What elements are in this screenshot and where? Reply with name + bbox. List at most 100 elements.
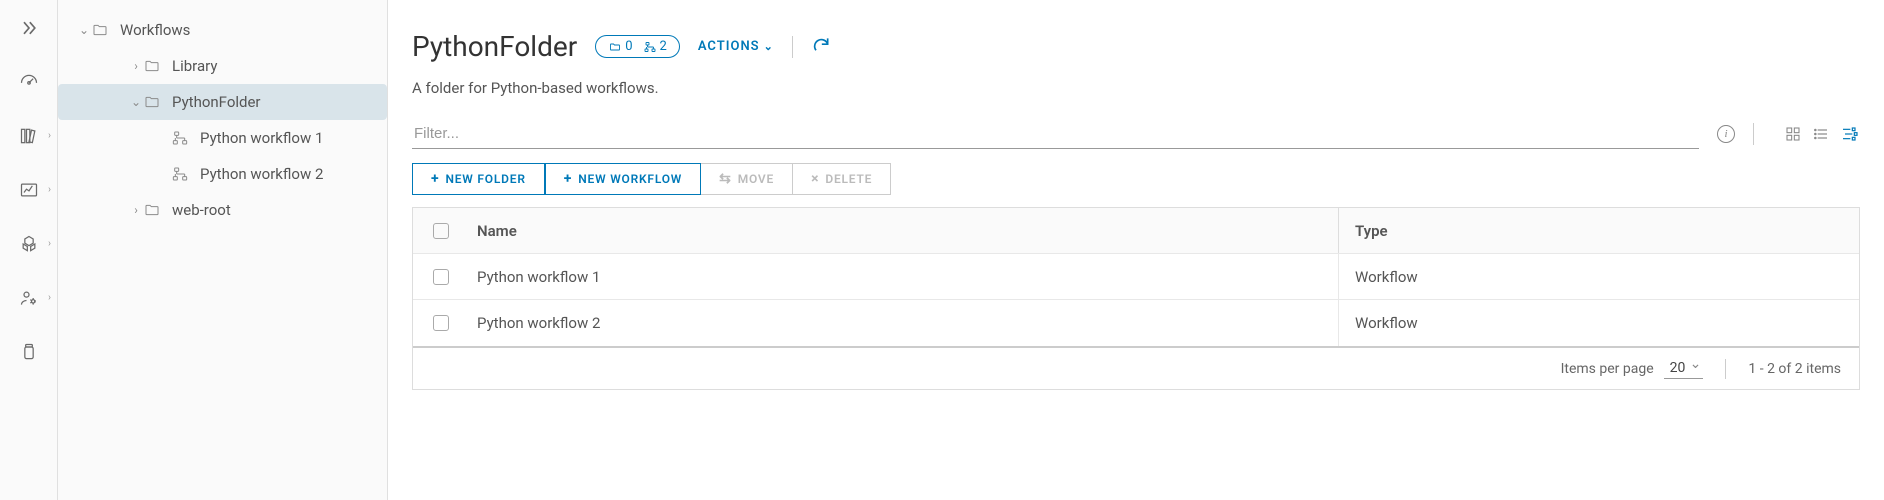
rail-packages[interactable]: › xyxy=(0,230,57,258)
refresh-button[interactable] xyxy=(811,35,831,59)
separator xyxy=(1753,123,1754,145)
tree-sidebar: ⌄ Workflows › Library ⌄ PythonFolder Python … xyxy=(58,0,388,500)
tree-item-label: web-root xyxy=(172,201,231,219)
items-per-page-select[interactable]: 20 xyxy=(1664,358,1704,379)
gauge-icon xyxy=(19,72,39,92)
icon-rail: › › › › xyxy=(0,0,58,500)
folder-icon xyxy=(144,94,166,110)
tree-item-label: Python workflow 1 xyxy=(200,129,323,147)
view-toggles xyxy=(1782,124,1860,144)
row-type: Workflow xyxy=(1339,268,1859,286)
tree-item[interactable]: ⌄ PythonFolder xyxy=(58,84,387,120)
tree-root-label: Workflows xyxy=(120,21,190,39)
checkbox-icon xyxy=(433,315,449,331)
move-button: ⇆ MOVE xyxy=(701,163,793,195)
page-header: PythonFolder 0 2 ACTIONS ⌄ xyxy=(412,30,1860,63)
plus-icon: + xyxy=(564,171,572,187)
workflow-icon xyxy=(172,166,194,182)
tree-item[interactable]: Python workflow 1 xyxy=(58,120,387,156)
move-label: MOVE xyxy=(738,172,774,186)
info-icon[interactable]: i xyxy=(1717,125,1735,143)
row-checkbox[interactable] xyxy=(413,269,469,285)
view-grid-button[interactable] xyxy=(1782,124,1804,144)
packages-icon xyxy=(19,234,39,254)
column-header-name[interactable]: Name xyxy=(469,208,1339,253)
list-icon xyxy=(1812,126,1830,142)
chevron-right-icon: › xyxy=(48,185,51,196)
tree-item[interactable]: › Library xyxy=(58,48,387,84)
rail-dashboard[interactable] xyxy=(0,68,57,96)
chevron-right-icon: › xyxy=(48,293,51,304)
table-footer: Items per page 20 1 - 2 of 2 items xyxy=(413,346,1859,389)
items-per-page-label: Items per page xyxy=(1561,361,1654,377)
view-tree-button[interactable] xyxy=(1838,124,1860,144)
folder-icon xyxy=(144,58,166,74)
table-header: Name Type xyxy=(413,208,1859,254)
workflow-icon xyxy=(643,41,657,53)
grid-icon xyxy=(1784,126,1802,142)
table-row[interactable]: Python workflow 2Workflow xyxy=(413,300,1859,346)
move-icon: ⇆ xyxy=(719,171,732,187)
tree-list-icon xyxy=(1840,126,1858,142)
row-type: Workflow xyxy=(1339,314,1859,332)
rail-expand-button[interactable] xyxy=(0,14,57,42)
chevron-right-icon: › xyxy=(48,239,51,250)
separator xyxy=(792,36,793,58)
table-row[interactable]: Python workflow 1Workflow xyxy=(413,254,1859,300)
actions-dropdown[interactable]: ACTIONS ⌄ xyxy=(698,39,774,54)
books-icon xyxy=(19,126,39,146)
user-gear-icon xyxy=(19,288,39,308)
chevron-down-icon: ⌄ xyxy=(76,23,92,37)
jar-icon xyxy=(19,342,39,362)
chevron-down-icon: ⌄ xyxy=(764,40,774,53)
new-workflow-label: NEW WORKFLOW xyxy=(578,172,682,186)
tree-caret-icon: ⌄ xyxy=(128,95,144,109)
new-folder-button[interactable]: + NEW FOLDER xyxy=(412,163,545,195)
folder-description: A folder for Python-based workflows. xyxy=(412,79,1860,97)
rail-analytics[interactable]: › xyxy=(0,176,57,204)
chart-icon xyxy=(19,180,39,200)
tree-item-label: PythonFolder xyxy=(172,93,261,111)
row-checkbox[interactable] xyxy=(413,315,469,331)
rail-library[interactable]: › xyxy=(0,122,57,150)
workflow-icon xyxy=(172,130,194,146)
tree-item[interactable]: Python workflow 2 xyxy=(58,156,387,192)
tree-caret-icon: › xyxy=(128,59,144,73)
column-header-type[interactable]: Type xyxy=(1339,222,1859,240)
rail-inventory[interactable] xyxy=(0,338,57,366)
actions-label: ACTIONS xyxy=(698,39,760,54)
folder-icon xyxy=(608,41,622,53)
folder-icon xyxy=(92,22,114,38)
filter-row: i xyxy=(412,119,1860,149)
tree-item-label: Library xyxy=(172,57,217,75)
separator xyxy=(1725,359,1726,379)
main-content: PythonFolder 0 2 ACTIONS ⌄ A folder for … xyxy=(388,0,1884,500)
new-workflow-button[interactable]: + NEW WORKFLOW xyxy=(545,163,701,195)
tree-root-workflows[interactable]: ⌄ Workflows xyxy=(58,12,387,48)
new-folder-label: NEW FOLDER xyxy=(445,172,525,186)
items-table: Name Type Python workflow 1WorkflowPytho… xyxy=(412,207,1860,390)
select-all-cell[interactable] xyxy=(413,223,469,239)
checkbox-icon xyxy=(433,269,449,285)
items-per-page: Items per page 20 xyxy=(1561,358,1704,379)
view-list-button[interactable] xyxy=(1810,124,1832,144)
toolbar: + NEW FOLDER + NEW WORKFLOW ⇆ MOVE × DEL… xyxy=(412,163,1860,195)
chevron-double-right-icon xyxy=(19,18,39,38)
badge-workflow-count: 2 xyxy=(660,39,667,54)
page-title: PythonFolder xyxy=(412,30,577,63)
refresh-icon xyxy=(811,35,831,55)
rail-admin[interactable]: › xyxy=(0,284,57,312)
row-name: Python workflow 2 xyxy=(469,300,1339,346)
folder-icon xyxy=(144,202,166,218)
filter-input[interactable] xyxy=(412,119,1699,149)
tree-item[interactable]: ›web-root xyxy=(58,192,387,228)
badge-folder-count: 0 xyxy=(625,39,632,54)
close-icon: × xyxy=(811,171,819,187)
chevron-right-icon: › xyxy=(48,131,51,142)
plus-icon: + xyxy=(431,171,439,187)
folder-stats-badge[interactable]: 0 2 xyxy=(595,35,680,58)
delete-button: × DELETE xyxy=(793,163,891,195)
checkbox-icon xyxy=(433,223,449,239)
tree-item-label: Python workflow 2 xyxy=(200,165,323,183)
delete-label: DELETE xyxy=(825,172,872,186)
